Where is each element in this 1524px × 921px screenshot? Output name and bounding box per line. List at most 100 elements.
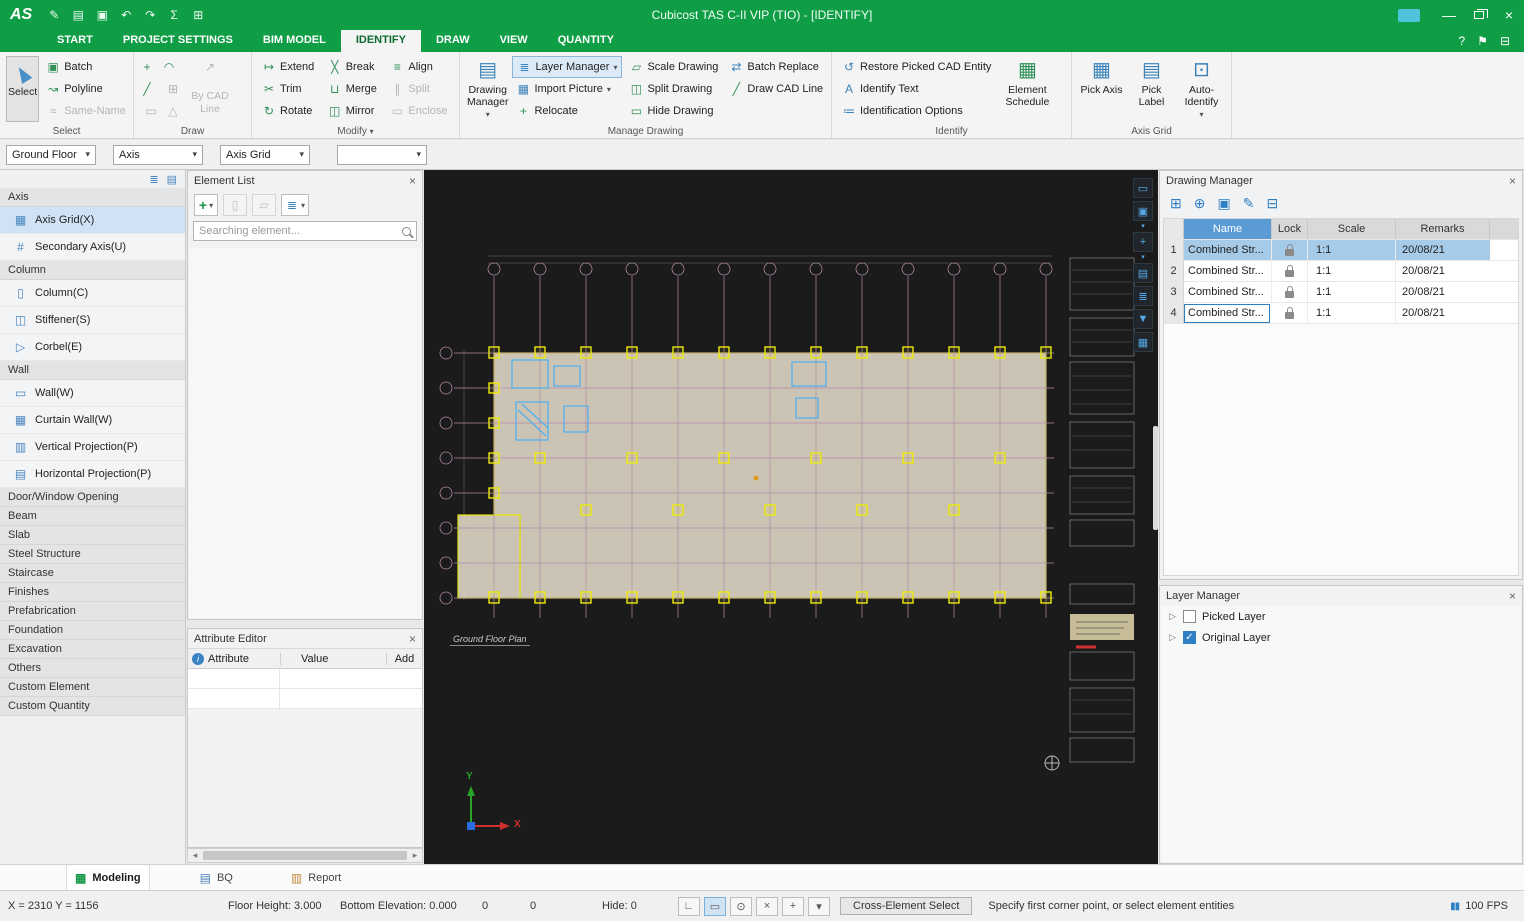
- tab-quantity[interactable]: QUANTITY: [543, 30, 629, 52]
- sidebar-section-column[interactable]: Column: [0, 261, 185, 280]
- export-image-icon[interactable]: ▣: [1217, 195, 1230, 212]
- sidebar-item-secondary-axis[interactable]: # Secondary Axis(U): [0, 234, 185, 261]
- layer-manager-button[interactable]: ≣ Layer Manager ▾: [512, 56, 622, 78]
- sidebar-item-wall[interactable]: ▭ Wall(W): [0, 380, 185, 407]
- element-schedule-button[interactable]: ▦ Element Schedule: [998, 56, 1056, 122]
- draw-point-icon[interactable]: +: [140, 56, 154, 78]
- extra-dropdown[interactable]: [337, 145, 427, 165]
- drawing-row[interactable]: 3 Combined Str... 1:1 20/08/21: [1164, 282, 1518, 303]
- sidebar-section-excavation[interactable]: Excavation: [0, 640, 185, 659]
- tab-view[interactable]: VIEW: [485, 30, 543, 52]
- sidebar-section-door-window-opening[interactable]: Door/Window Opening: [0, 488, 185, 507]
- tab-bq[interactable]: ▤ BQ: [192, 865, 241, 890]
- align-button[interactable]: ≡ Align: [386, 56, 453, 78]
- close-icon[interactable]: ×: [409, 633, 416, 645]
- expand-icon[interactable]: ▷: [1169, 611, 1177, 622]
- lock-icon[interactable]: [1285, 270, 1294, 277]
- floor-dropdown[interactable]: Ground Floor: [6, 145, 96, 165]
- identification-options-button[interactable]: ≔ Identification Options: [838, 100, 995, 122]
- tree-collapse-icon[interactable]: ≣: [149, 173, 158, 188]
- lock-icon[interactable]: [1285, 312, 1294, 319]
- close-icon[interactable]: ×: [1509, 175, 1516, 187]
- batch-replace-button[interactable]: ⇄ Batch Replace: [725, 56, 827, 78]
- group-label-modify[interactable]: Modify ▾: [252, 126, 459, 137]
- cad-canvas[interactable]: Ground Floor Plan Y X ▭ ▣ ▾ + ▾ ▤ ≣ ▼ ▦: [424, 170, 1158, 864]
- search-input[interactable]: [199, 225, 402, 237]
- window-select-icon[interactable]: ▭: [704, 897, 726, 916]
- sidebar-section-beam[interactable]: Beam: [0, 507, 185, 526]
- sidebar-section-others[interactable]: Others: [0, 659, 185, 678]
- save-icon[interactable]: ▣: [90, 8, 114, 22]
- nav-pan-icon[interactable]: +: [1133, 232, 1153, 252]
- sum-icon[interactable]: Σ: [162, 8, 186, 22]
- flag-icon[interactable]: ⚑: [1477, 34, 1488, 48]
- canvas-vscrollbar[interactable]: [1153, 426, 1158, 530]
- relocate-button[interactable]: + Relocate: [512, 100, 622, 122]
- scroll-left-icon[interactable]: ◂: [188, 850, 202, 861]
- nav-layers-icon[interactable]: ≣: [1133, 286, 1153, 306]
- tab-report[interactable]: ▥ Report: [283, 865, 349, 890]
- sidebar-item-stiffener[interactable]: ◫ Stiffener(S): [0, 307, 185, 334]
- tab-start[interactable]: START: [42, 30, 108, 52]
- trim-button[interactable]: ✂ Trim: [258, 78, 320, 100]
- nav-select-icon[interactable]: ▭: [1133, 178, 1153, 198]
- pick-axis-button[interactable]: ▦ Pick Axis: [1078, 56, 1125, 122]
- sidebar-item-column[interactable]: ▯ Column(C): [0, 280, 185, 307]
- tab-project-settings[interactable]: PROJECT SETTINGS: [108, 30, 248, 52]
- layer-row-picked[interactable]: ▷ Picked Layer: [1161, 606, 1521, 627]
- batch-select-button[interactable]: ▣ Batch: [42, 56, 130, 78]
- undo-icon[interactable]: ↶: [114, 8, 138, 22]
- close-button[interactable]: ×: [1494, 0, 1524, 30]
- tab-identify[interactable]: IDENTIFY: [341, 30, 421, 52]
- new-icon[interactable]: ✎: [42, 8, 66, 22]
- point-snap-icon[interactable]: +: [782, 897, 804, 916]
- scale-drawing-button[interactable]: ▱ Scale Drawing: [625, 56, 722, 78]
- cart-icon[interactable]: ⊟: [1500, 34, 1510, 48]
- tab-bim-model[interactable]: BIM MODEL: [248, 30, 341, 52]
- tree-settings-icon[interactable]: ▤: [167, 173, 177, 188]
- nav-cube-icon[interactable]: ▦: [1133, 332, 1153, 352]
- ortho-snap-icon[interactable]: ∟: [678, 897, 700, 916]
- element-layers-button[interactable]: ≣ ▾: [281, 194, 309, 216]
- nav-image-icon[interactable]: ▣: [1133, 201, 1153, 221]
- auto-identify-button[interactable]: ⊡ Auto-Identify ▾: [1178, 56, 1225, 122]
- scroll-right-icon[interactable]: ▸: [408, 850, 422, 861]
- pick-label-button[interactable]: ▤ Pick Label: [1128, 56, 1175, 122]
- search-icon[interactable]: [402, 227, 411, 236]
- name-column-header[interactable]: Name: [1184, 219, 1272, 239]
- element-type-dropdown[interactable]: Axis Grid: [220, 145, 310, 165]
- original-layer-checkbox[interactable]: ✓: [1183, 631, 1196, 644]
- osnap-icon[interactable]: ⊙: [730, 897, 752, 916]
- tab-modeling[interactable]: ▦ Modeling: [66, 865, 150, 890]
- import-picture-button[interactable]: ▦ Import Picture ▾: [512, 78, 622, 100]
- lock-column-header[interactable]: Lock: [1272, 219, 1308, 239]
- sidebar-section-slab[interactable]: Slab: [0, 526, 185, 545]
- nav-collapse-icon[interactable]: ▼: [1133, 309, 1153, 329]
- element-list-body[interactable]: [189, 248, 421, 618]
- hide-drawing-button[interactable]: ▭ Hide Drawing: [625, 100, 722, 122]
- chevron-down-icon[interactable]: ▾: [1141, 255, 1145, 260]
- sidebar-section-custom-element[interactable]: Custom Element: [0, 678, 185, 697]
- draw-line-icon[interactable]: ╱: [140, 78, 154, 100]
- help-icon[interactable]: ?: [1458, 34, 1465, 48]
- split-drawing-button[interactable]: ◫ Split Drawing: [625, 78, 722, 100]
- lock-icon[interactable]: [1285, 291, 1294, 298]
- tab-draw[interactable]: DRAW: [421, 30, 485, 52]
- locate-drawing-icon[interactable]: ⊕: [1194, 195, 1206, 212]
- close-icon[interactable]: ×: [409, 175, 416, 187]
- open-icon[interactable]: ▤: [66, 8, 90, 22]
- remarks-column-header[interactable]: Remarks: [1396, 219, 1490, 239]
- more-snaps-icon[interactable]: ▾: [808, 897, 830, 916]
- restore-picked-cad-entity-button[interactable]: ↺ Restore Picked CAD Entity: [838, 56, 995, 78]
- sidebar-section-foundation[interactable]: Foundation: [0, 621, 185, 640]
- layer-row-original[interactable]: ▷ ✓ Original Layer: [1161, 627, 1521, 648]
- sidebar-section-custom-quantity[interactable]: Custom Quantity: [0, 697, 185, 716]
- sidebar-item-corbel[interactable]: ▷ Corbel(E): [0, 334, 185, 361]
- drawing-row[interactable]: 2 Combined Str... 1:1 20/08/21: [1164, 261, 1518, 282]
- expand-icon[interactable]: ▷: [1169, 632, 1177, 643]
- rename-drawing-icon[interactable]: ✎: [1243, 195, 1255, 212]
- extend-button[interactable]: ↦ Extend: [258, 56, 320, 78]
- cross-snap-icon[interactable]: ×: [756, 897, 778, 916]
- sidebar-section-finishes[interactable]: Finishes: [0, 583, 185, 602]
- mirror-button[interactable]: ◫ Mirror: [324, 100, 383, 122]
